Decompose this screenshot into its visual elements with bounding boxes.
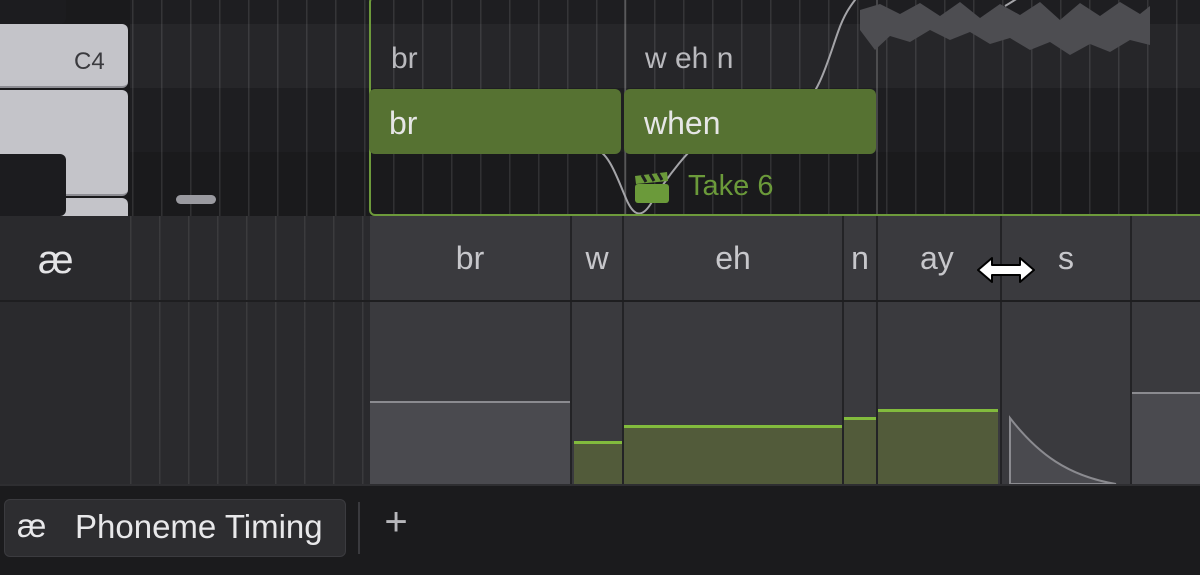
note-block[interactable]: br — [369, 89, 621, 154]
panel-resize-handle[interactable] — [176, 195, 216, 204]
editor-tab-bar: æ Phoneme Timing + — [0, 484, 1200, 575]
phoneme-decay-curve — [1009, 415, 1117, 484]
piano-key-a-sharp-3[interactable] — [0, 154, 66, 216]
piano-roll[interactable]: C4 br w eh n br when Take 6 — [0, 0, 1200, 216]
phoneme-timing-panel[interactable]: æ br w eh n ay s — [0, 216, 1200, 484]
time-grid — [130, 216, 370, 484]
take-label: Take 6 — [688, 170, 774, 202]
phoneme-cell[interactable]: w — [572, 216, 624, 484]
phoneme-cell[interactable]: n — [844, 216, 878, 484]
horizontal-resize-cursor-icon — [977, 257, 1035, 283]
phoneme-label: br — [455, 240, 485, 276]
phoneme-lane-icon: æ — [38, 238, 74, 282]
phoneme-icon: æ — [17, 507, 47, 544]
phoneme-label: eh — [715, 240, 751, 276]
add-tab-button[interactable]: + — [378, 502, 414, 544]
phoneme-velocity-bar[interactable] — [878, 409, 998, 484]
piano-keyboard[interactable]: C4 — [0, 0, 130, 216]
phoneme-cell[interactable] — [1132, 216, 1200, 484]
note-block[interactable]: when — [624, 89, 876, 154]
phoneme-velocity-bar[interactable] — [574, 441, 622, 484]
tab-phoneme-timing[interactable]: æ Phoneme Timing — [4, 499, 346, 557]
piano-key-c-sharp-4[interactable] — [0, 0, 66, 24]
phoneme-timing-area[interactable]: br w eh n ay s — [370, 216, 1200, 484]
clapperboard-icon — [635, 172, 669, 203]
panel-divider — [0, 300, 1200, 302]
key-label: C4 — [74, 48, 105, 75]
note-lyric: when — [644, 105, 721, 141]
tab-divider — [358, 502, 360, 554]
piano-key-c4[interactable] — [0, 24, 128, 88]
phoneme-velocity-bar[interactable] — [1132, 392, 1200, 484]
phoneme-velocity-bar[interactable] — [844, 417, 876, 484]
tab-label: Phoneme Timing — [75, 508, 323, 545]
phoneme-label: w — [585, 240, 609, 276]
note-phoneme-label: w eh n — [645, 42, 734, 75]
note-phoneme-label: br — [391, 42, 418, 75]
phoneme-velocity-bar[interactable] — [624, 425, 842, 484]
phoneme-cell[interactable]: br — [370, 216, 572, 484]
phoneme-velocity-bar[interactable] — [370, 401, 570, 484]
phoneme-cell[interactable]: eh — [624, 216, 844, 484]
phoneme-label: n — [851, 240, 869, 276]
note-lyric: br — [389, 105, 418, 141]
